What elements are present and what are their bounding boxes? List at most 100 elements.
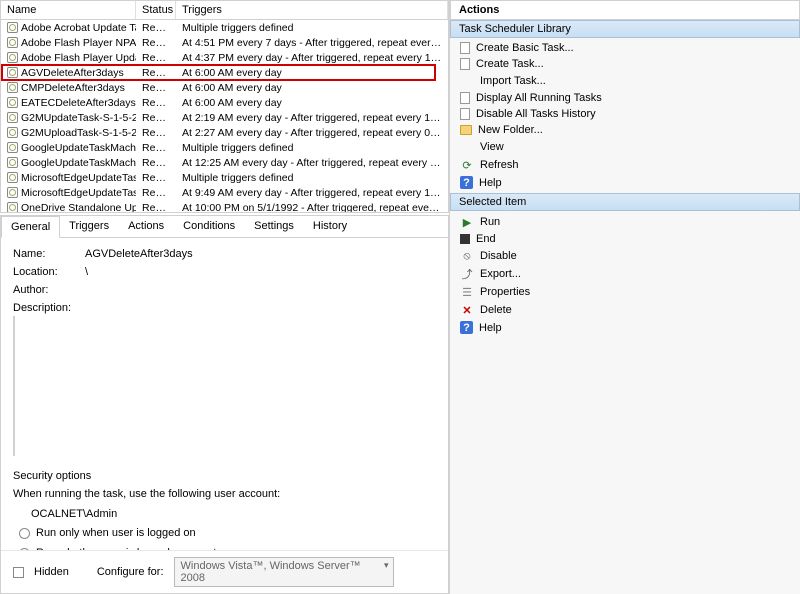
action-label: Disable All Tasks History xyxy=(476,108,596,120)
action-label: Display All Running Tasks xyxy=(476,92,602,104)
task-trigger: At 2:19 AM every day - After triggered, … xyxy=(176,112,448,124)
col-header-name[interactable]: Name xyxy=(1,1,136,19)
action-create-basic-task[interactable]: Create Basic Task... xyxy=(450,40,800,56)
task-icon xyxy=(7,157,18,168)
action-help[interactable]: ?Help xyxy=(450,174,800,191)
action-import-task[interactable]: Import Task... xyxy=(450,72,800,90)
task-icon xyxy=(7,187,18,198)
task-icon xyxy=(7,142,18,153)
table-row[interactable]: G2MUploadTask-S-1-5-21…ReadyAt 2:27 AM e… xyxy=(1,125,448,140)
action-delete[interactable]: ✕Delete xyxy=(450,301,800,319)
action-run[interactable]: ▶Run xyxy=(450,213,800,231)
task-trigger: Multiple triggers defined xyxy=(176,22,448,34)
table-row[interactable]: CMPDeleteAfter3daysReadyAt 6:00 AM every… xyxy=(1,80,448,95)
check-hidden[interactable] xyxy=(13,567,24,578)
action-end[interactable]: End xyxy=(450,231,800,247)
task-name: MicrosoftEdgeUpdateTask… xyxy=(21,172,136,184)
action-disable[interactable]: ⦸Disable xyxy=(450,247,800,265)
action-help[interactable]: ? Help xyxy=(450,319,800,336)
task-status: Ready xyxy=(136,142,176,154)
task-name: CMPDeleteAfter3days xyxy=(21,82,125,94)
tab-general-content: Name: AGVDeleteAfter3days Location: \ Au… xyxy=(1,238,448,550)
action-disable-all-tasks-history[interactable]: Disable All Tasks History xyxy=(450,106,800,122)
table-row[interactable]: MicrosoftEdgeUpdateTask…ReadyAt 9:49 AM … xyxy=(1,185,448,200)
action-view[interactable]: View xyxy=(450,138,800,156)
task-name: Adobe Acrobat Update Task xyxy=(21,22,136,34)
tab-actions[interactable]: Actions xyxy=(119,216,174,237)
description-textarea[interactable] xyxy=(13,316,15,456)
name-label: Name: xyxy=(13,248,85,260)
task-table-body[interactable]: Adobe Acrobat Update TaskReadyMultiple t… xyxy=(1,20,448,212)
actions-selected-list: ▶Run End ⦸Disable⤴Export...☰Properties✕Del… xyxy=(450,211,800,338)
actions-pane: Actions Task Scheduler Library Create Ba… xyxy=(450,0,800,594)
task-status: Ready xyxy=(136,127,176,139)
stop-icon xyxy=(460,234,470,244)
task-name: MicrosoftEdgeUpdateTask… xyxy=(21,187,136,199)
table-row[interactable]: MicrosoftEdgeUpdateTask…ReadyMultiple tr… xyxy=(1,170,448,185)
action-label: Create Task... xyxy=(476,58,544,70)
action-label: Refresh xyxy=(480,159,519,171)
task-name: G2MUploadTask-S-1-5-21… xyxy=(21,127,136,139)
task-status: Ready xyxy=(136,187,176,199)
task-name: EATECDeleteAfter3days xyxy=(21,97,136,109)
table-row[interactable]: G2MUpdateTask-S-1-5-21…ReadyAt 2:19 AM e… xyxy=(1,110,448,125)
action-label: Disable xyxy=(480,250,517,262)
document-icon xyxy=(460,42,470,54)
action-create-task[interactable]: Create Task... xyxy=(450,56,800,72)
refresh-icon: ⟳ xyxy=(460,158,474,172)
action-refresh[interactable]: ⟳ Refresh xyxy=(450,156,800,174)
description-label: Description: xyxy=(13,302,85,314)
table-row[interactable]: Adobe Flash Player UpdaterReadyAt 4:37 P… xyxy=(1,50,448,65)
tab-conditions[interactable]: Conditions xyxy=(174,216,245,237)
task-trigger: At 9:49 AM every day - After triggered, … xyxy=(176,187,448,199)
help-icon: ? xyxy=(460,321,473,334)
blank-icon xyxy=(460,74,474,88)
table-row[interactable]: EATECDeleteAfter3daysReadyAt 6:00 AM eve… xyxy=(1,95,448,110)
action-label: Help xyxy=(479,322,502,334)
tab-settings[interactable]: Settings xyxy=(245,216,304,237)
table-row[interactable]: GoogleUpdateTaskMachi…ReadyAt 12:25 AM e… xyxy=(1,155,448,170)
action-export[interactable]: ⤴Export... xyxy=(450,265,800,283)
task-trigger: At 6:00 AM every day xyxy=(176,97,448,109)
action-new-folder[interactable]: New Folder... xyxy=(450,122,800,138)
col-header-status[interactable]: Status xyxy=(136,1,176,19)
configure-for-combo[interactable]: Windows Vista™, Windows Server™ 2008 xyxy=(174,557,394,587)
task-trigger: At 2:27 AM every day - After triggered, … xyxy=(176,127,448,139)
action-label: New Folder... xyxy=(478,124,543,136)
actions-section-library: Task Scheduler Library xyxy=(450,20,800,38)
task-name: G2MUpdateTask-S-1-5-21… xyxy=(21,112,136,124)
action-properties[interactable]: ☰Properties xyxy=(450,283,800,301)
table-row[interactable]: GoogleUpdateTaskMachi…ReadyMultiple trig… xyxy=(1,140,448,155)
action-label: Help xyxy=(479,177,502,189)
task-icon xyxy=(7,202,18,212)
task-status: Ready xyxy=(136,97,176,109)
action-label: View xyxy=(480,141,504,153)
security-options-title: Security options xyxy=(13,470,436,482)
document-icon xyxy=(460,92,470,104)
task-trigger: Multiple triggers defined xyxy=(176,142,448,154)
action-display-all-running-tasks[interactable]: Display All Running Tasks xyxy=(450,90,800,106)
table-row[interactable]: Adobe Acrobat Update TaskReadyMultiple t… xyxy=(1,20,448,35)
document-icon xyxy=(460,108,470,120)
location-label: Location: xyxy=(13,266,85,278)
blank-icon xyxy=(460,140,474,154)
radio-logged-on-label: Run only when user is logged on xyxy=(36,525,196,543)
name-value: AGVDeleteAfter3days xyxy=(85,248,436,260)
table-row[interactable]: AGVDeleteAfter3daysReadyAt 6:00 AM every… xyxy=(1,65,448,80)
security-intro: When running the task, use the following… xyxy=(13,486,436,504)
document-icon xyxy=(460,58,470,70)
bottom-bar: Hidden Configure for: Windows Vista™, Wi… xyxy=(1,550,448,593)
tab-triggers[interactable]: Triggers xyxy=(60,216,119,237)
task-table-header: Name Status Triggers xyxy=(1,1,448,20)
tab-general[interactable]: General xyxy=(1,216,60,238)
col-header-triggers[interactable]: Triggers xyxy=(176,1,448,19)
task-name: OneDrive Standalone Upd… xyxy=(21,202,136,213)
tab-history[interactable]: History xyxy=(304,216,357,237)
table-row[interactable]: Adobe Flash Player NPAPI…ReadyAt 4:51 PM… xyxy=(1,35,448,50)
radio-logged-on[interactable] xyxy=(19,528,30,539)
task-icon xyxy=(7,52,18,63)
task-trigger: At 10:00 PM on 5/1/1992 - After triggere… xyxy=(176,202,448,213)
action-label: End xyxy=(476,233,496,245)
task-icon xyxy=(7,127,18,138)
table-row[interactable]: OneDrive Standalone Upd…ReadyAt 10:00 PM… xyxy=(1,200,448,212)
